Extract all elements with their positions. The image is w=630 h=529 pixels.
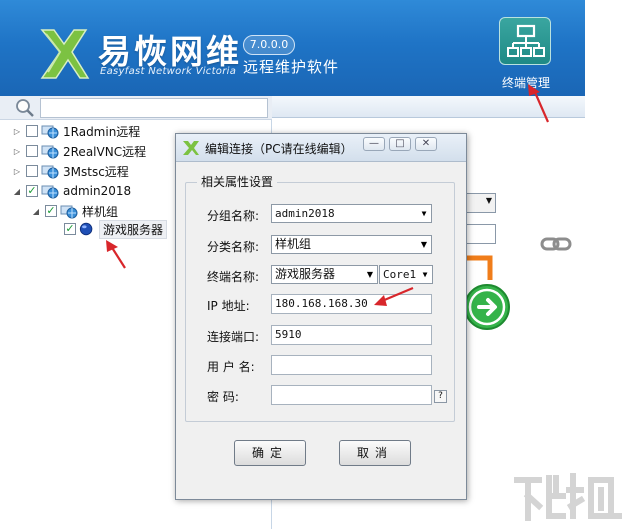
terminal-name-label: 终端名称:: [207, 270, 260, 284]
background-combo[interactable]: ▼: [462, 193, 496, 213]
category-select[interactable]: 样机组 ▼: [271, 235, 432, 254]
group-name-value: admin2018: [275, 207, 335, 220]
category-label: 分类名称:: [207, 240, 260, 254]
tree-checkbox[interactable]: [26, 165, 38, 177]
username-label: 用 户 名:: [207, 360, 255, 374]
dropdown-arrow-icon: ▼: [485, 196, 492, 205]
dialog-title: 编辑连接（PC请在线编辑）: [205, 142, 353, 156]
tree-checkbox[interactable]: [26, 125, 38, 137]
app-header: 易恢网维 Easyfast Network Victoria 7.0.0.0 远…: [0, 0, 585, 96]
tree-checkbox-checked[interactable]: ✓: [45, 205, 57, 217]
group-title: 相关属性设置: [197, 173, 278, 190]
minimize-button[interactable]: —: [363, 137, 385, 151]
ip-address-input[interactable]: 180.168.168.30: [271, 294, 432, 314]
category-value: 样机组: [275, 237, 312, 251]
tree-checkbox[interactable]: [26, 145, 38, 157]
dialog-titlebar[interactable]: 编辑连接（PC请在线编辑） — □ ✕: [176, 134, 466, 162]
tree-item-label: 样机组: [82, 204, 119, 219]
username-input[interactable]: [271, 355, 432, 375]
tree-item-mstsc[interactable]: ▷ 3Mstsc远程: [12, 162, 129, 180]
tree-item-sample-group[interactable]: ◢ ✓ 样机组: [31, 202, 118, 220]
product-name: 远程维护软件: [243, 58, 340, 76]
computer-globe-icon: [41, 145, 59, 159]
terminal-name-select[interactable]: 游戏服务器 ▼: [271, 265, 378, 284]
magnifier-icon: [16, 99, 34, 117]
background-field[interactable]: [462, 224, 496, 244]
ok-button[interactable]: 确定: [234, 440, 306, 466]
cancel-button[interactable]: 取消: [339, 440, 411, 466]
computer-globe-icon: [41, 125, 59, 139]
brand-subtitle: Easyfast Network Victoria: [100, 66, 237, 77]
network-tree-icon: [507, 24, 545, 57]
maximize-button[interactable]: □: [389, 137, 411, 151]
tree-item-realvnc[interactable]: ▷ 2RealVNC远程: [12, 142, 146, 160]
help-icon[interactable]: ?: [434, 390, 447, 403]
content-toolbar: [272, 96, 585, 118]
dropdown-arrow-icon: ▼: [417, 205, 431, 222]
expand-arrow-icon[interactable]: ▷: [12, 147, 22, 156]
search-bar: [0, 96, 272, 120]
core-value: Core1: [383, 268, 417, 281]
ip-label: IP 地址:: [207, 299, 250, 313]
chain-link-icon[interactable]: [540, 234, 572, 254]
tree-item-label: 1Radmin远程: [63, 124, 141, 139]
tree-item-label: 游戏服务器: [99, 219, 168, 239]
terminal-manage-button[interactable]: [499, 17, 551, 65]
group-name-label: 分组名称:: [207, 209, 260, 223]
dropdown-arrow-icon: ▼: [418, 266, 432, 283]
tree-item-radmin[interactable]: ▷ 1Radmin远程: [12, 122, 140, 140]
collapse-arrow-icon[interactable]: ◢: [12, 187, 22, 196]
tree-checkbox-checked[interactable]: ✓: [64, 223, 76, 235]
expand-arrow-icon[interactable]: ▷: [12, 167, 22, 176]
group-name-select[interactable]: admin2018 ▼: [271, 204, 432, 223]
tree-item-game-server[interactable]: ✓ 游戏服务器: [64, 219, 168, 239]
site-watermark-logo: [514, 473, 622, 521]
version-badge: 7.0.0.0: [243, 35, 295, 55]
tree-item-label: 3Mstsc远程: [63, 164, 129, 179]
collapse-arrow-icon[interactable]: ◢: [31, 207, 41, 216]
core-select[interactable]: Core1 ▼: [379, 265, 433, 284]
edit-connection-dialog: 编辑连接（PC请在线编辑） — □ ✕ 相关属性设置 分组名称: admin20…: [175, 133, 467, 500]
tree-checkbox-checked[interactable]: ✓: [26, 185, 38, 197]
dropdown-arrow-icon: ▼: [363, 266, 377, 283]
tree-item-label: 2RealVNC远程: [63, 144, 147, 159]
port-label: 连接端口:: [207, 330, 260, 344]
computer-globe-icon: [60, 205, 78, 219]
terminal-manage-label[interactable]: 终端管理: [496, 74, 556, 91]
blue-orb-icon: [79, 222, 93, 236]
terminal-name-value: 游戏服务器: [275, 267, 336, 281]
expand-arrow-icon[interactable]: ▷: [12, 127, 22, 136]
tree-item-label: admin2018: [63, 184, 132, 198]
close-button[interactable]: ✕: [415, 137, 437, 151]
password-input[interactable]: [271, 385, 432, 405]
brand-x-logo-icon: [183, 141, 199, 155]
computer-globe-icon: [41, 185, 59, 199]
search-input[interactable]: [40, 98, 268, 118]
tree-item-admin2018[interactable]: ◢ ✓ admin2018: [12, 182, 131, 200]
computer-globe-icon: [41, 165, 59, 179]
port-input[interactable]: 5910: [271, 325, 432, 345]
password-label: 密 码:: [207, 390, 239, 404]
orange-corner-icon: [466, 255, 493, 280]
dropdown-arrow-icon: ▼: [417, 236, 431, 253]
green-arrow-icon[interactable]: [462, 282, 512, 332]
brand-x-logo-icon: [40, 29, 90, 79]
